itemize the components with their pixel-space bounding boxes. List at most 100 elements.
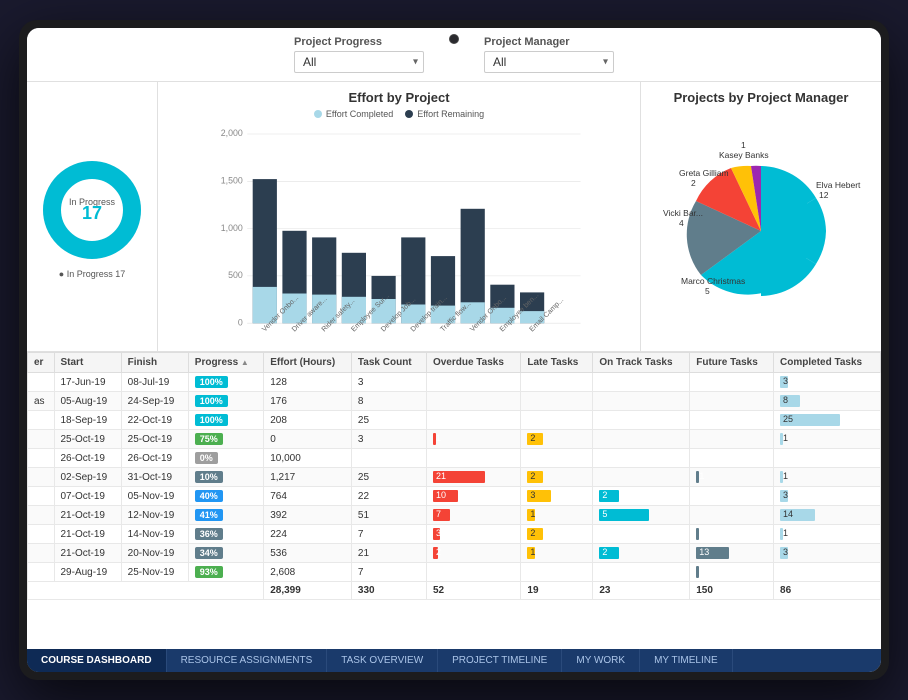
cell-completed: 25 bbox=[774, 411, 881, 430]
svg-text:Greta Gilliam: Greta Gilliam bbox=[679, 168, 729, 178]
legend-dot-remaining bbox=[405, 110, 413, 118]
pie-panel: Projects by Project Manager bbox=[641, 82, 881, 351]
progress-badge: 41% bbox=[195, 509, 223, 521]
cell-overdue: 2 bbox=[426, 544, 520, 563]
cell-overdue: 10 bbox=[426, 487, 520, 506]
cell-start: 18-Sep-19 bbox=[54, 411, 121, 430]
tab-task-overview[interactable]: TASK OVERVIEW bbox=[327, 649, 438, 672]
project-progress-select[interactable]: All bbox=[294, 51, 424, 73]
completed-bar: 8 bbox=[780, 395, 800, 407]
tab-my-work[interactable]: MY WORK bbox=[562, 649, 640, 672]
future-bar: 1 bbox=[696, 566, 699, 578]
project-manager-filter-group: Project Manager All bbox=[484, 36, 614, 73]
legend-effort-remaining: Effort Remaining bbox=[405, 109, 484, 119]
svg-text:4: 4 bbox=[679, 218, 684, 228]
cell-manager bbox=[28, 430, 55, 449]
table-row: as05-Aug-1924-Sep-19100%1768 8 bbox=[28, 392, 881, 411]
cell-future: 1 bbox=[690, 563, 774, 582]
tab-project-timeline[interactable]: PROJECT TIMELINE bbox=[438, 649, 562, 672]
cell-completed bbox=[774, 563, 881, 582]
cell-task-count: 22 bbox=[351, 487, 426, 506]
cell-effort: 10,000 bbox=[264, 449, 352, 468]
svg-text:2: 2 bbox=[691, 178, 696, 188]
cell-start: 21-Oct-19 bbox=[54, 544, 121, 563]
pie-chart-title: Projects by Project Manager bbox=[651, 90, 871, 105]
cell-manager bbox=[28, 468, 55, 487]
svg-text:17: 17 bbox=[82, 203, 102, 223]
overdue-bar: 10 bbox=[433, 490, 458, 502]
cell-overdue bbox=[426, 373, 520, 392]
cell-on-track: 2 bbox=[593, 487, 690, 506]
progress-badge: 75% bbox=[195, 433, 223, 445]
col-completed: Completed Tasks bbox=[774, 353, 881, 373]
cell-start: 07-Oct-19 bbox=[54, 487, 121, 506]
project-progress-select-wrap[interactable]: All bbox=[294, 51, 424, 73]
cell-on-track bbox=[593, 525, 690, 544]
cell-future: 13 bbox=[690, 544, 774, 563]
cell-task-count: 25 bbox=[351, 468, 426, 487]
cell-manager bbox=[28, 449, 55, 468]
col-finish: Finish bbox=[121, 353, 188, 373]
cell-late bbox=[521, 449, 593, 468]
svg-text:Elva Hebert: Elva Hebert bbox=[816, 180, 861, 190]
legend-effort-completed: Effort Completed bbox=[314, 109, 393, 119]
cell-progress: 10% bbox=[188, 468, 263, 487]
tab-resource-assignments[interactable]: RESOURCE ASSIGNMENTS bbox=[167, 649, 328, 672]
table-row: 21-Oct-1914-Nov-1936%2247 3 2 1 1 bbox=[28, 525, 881, 544]
cell-late: 2 bbox=[521, 525, 593, 544]
table-row: 26-Oct-1926-Oct-190%10,000 bbox=[28, 449, 881, 468]
cell-progress: 40% bbox=[188, 487, 263, 506]
table-footer-row: 28,399 330 52 19 23 150 86 bbox=[28, 582, 881, 600]
cell-task-count: 8 bbox=[351, 392, 426, 411]
cell-completed: 14 bbox=[774, 506, 881, 525]
cell-completed: 1 bbox=[774, 430, 881, 449]
cell-manager bbox=[28, 506, 55, 525]
cell-start: 21-Oct-19 bbox=[54, 525, 121, 544]
table-body: 17-Jun-1908-Jul-19100%1283 3as05-Aug-192… bbox=[28, 373, 881, 582]
cell-start: 29-Aug-19 bbox=[54, 563, 121, 582]
completed-bar: 3 bbox=[780, 376, 788, 388]
cell-effort: 176 bbox=[264, 392, 352, 411]
tab-my-timeline[interactable]: MY TIMELINE bbox=[640, 649, 733, 672]
svg-text:1: 1 bbox=[741, 140, 746, 150]
table-row: 29-Aug-1925-Nov-1993%2,6087 1 bbox=[28, 563, 881, 582]
cell-late: 2 bbox=[521, 430, 593, 449]
col-effort: Effort (Hours) bbox=[264, 353, 352, 373]
cell-completed: 1 bbox=[774, 525, 881, 544]
progress-badge: 100% bbox=[195, 395, 228, 407]
tab-course-dashboard[interactable]: COURSE DASHBOARD bbox=[27, 649, 167, 672]
in-progress-label: ● In Progress 17 bbox=[59, 269, 125, 279]
cell-manager: as bbox=[28, 392, 55, 411]
table-row: 25-Oct-1925-Oct-1975%03 1 2 1 bbox=[28, 430, 881, 449]
pie-chart-svg: Elva Hebert 12 Marco Christmas 5 Vicki B… bbox=[651, 126, 871, 326]
cell-finish: 05-Nov-19 bbox=[121, 487, 188, 506]
cell-overdue bbox=[426, 563, 520, 582]
svg-text:1,000: 1,000 bbox=[221, 223, 243, 233]
cell-completed: 3 bbox=[774, 544, 881, 563]
donut-panel: In Progress 17 ● In Progress 17 bbox=[27, 82, 157, 351]
cell-future bbox=[690, 487, 774, 506]
completed-bar: 14 bbox=[780, 509, 815, 521]
footer-late: 19 bbox=[521, 582, 593, 600]
cell-late bbox=[521, 411, 593, 430]
progress-badge: 100% bbox=[195, 414, 228, 426]
progress-badge: 10% bbox=[195, 471, 223, 483]
cell-task-count: 7 bbox=[351, 525, 426, 544]
late-bar: 1 bbox=[527, 509, 535, 521]
cell-effort: 128 bbox=[264, 373, 352, 392]
project-manager-select[interactable]: All bbox=[484, 51, 614, 73]
bar-chart-svg: 2,000 1,500 1,000 500 0 bbox=[168, 123, 630, 343]
sort-icon: ▲ bbox=[241, 358, 249, 367]
table-row: 02-Sep-1931-Oct-1910%1,21725 21 2 1 1 bbox=[28, 468, 881, 487]
project-manager-select-wrap[interactable]: All bbox=[484, 51, 614, 73]
cell-task-count bbox=[351, 449, 426, 468]
table-row: 18-Sep-1922-Oct-19100%20825 25 bbox=[28, 411, 881, 430]
cell-future bbox=[690, 430, 774, 449]
cell-on-track bbox=[593, 411, 690, 430]
completed-bar: 25 bbox=[780, 414, 840, 426]
cell-late: 2 bbox=[521, 468, 593, 487]
cell-effort: 2,608 bbox=[264, 563, 352, 582]
svg-text:Kasey Banks: Kasey Banks bbox=[719, 150, 769, 160]
cell-finish: 25-Oct-19 bbox=[121, 430, 188, 449]
cell-late bbox=[521, 563, 593, 582]
